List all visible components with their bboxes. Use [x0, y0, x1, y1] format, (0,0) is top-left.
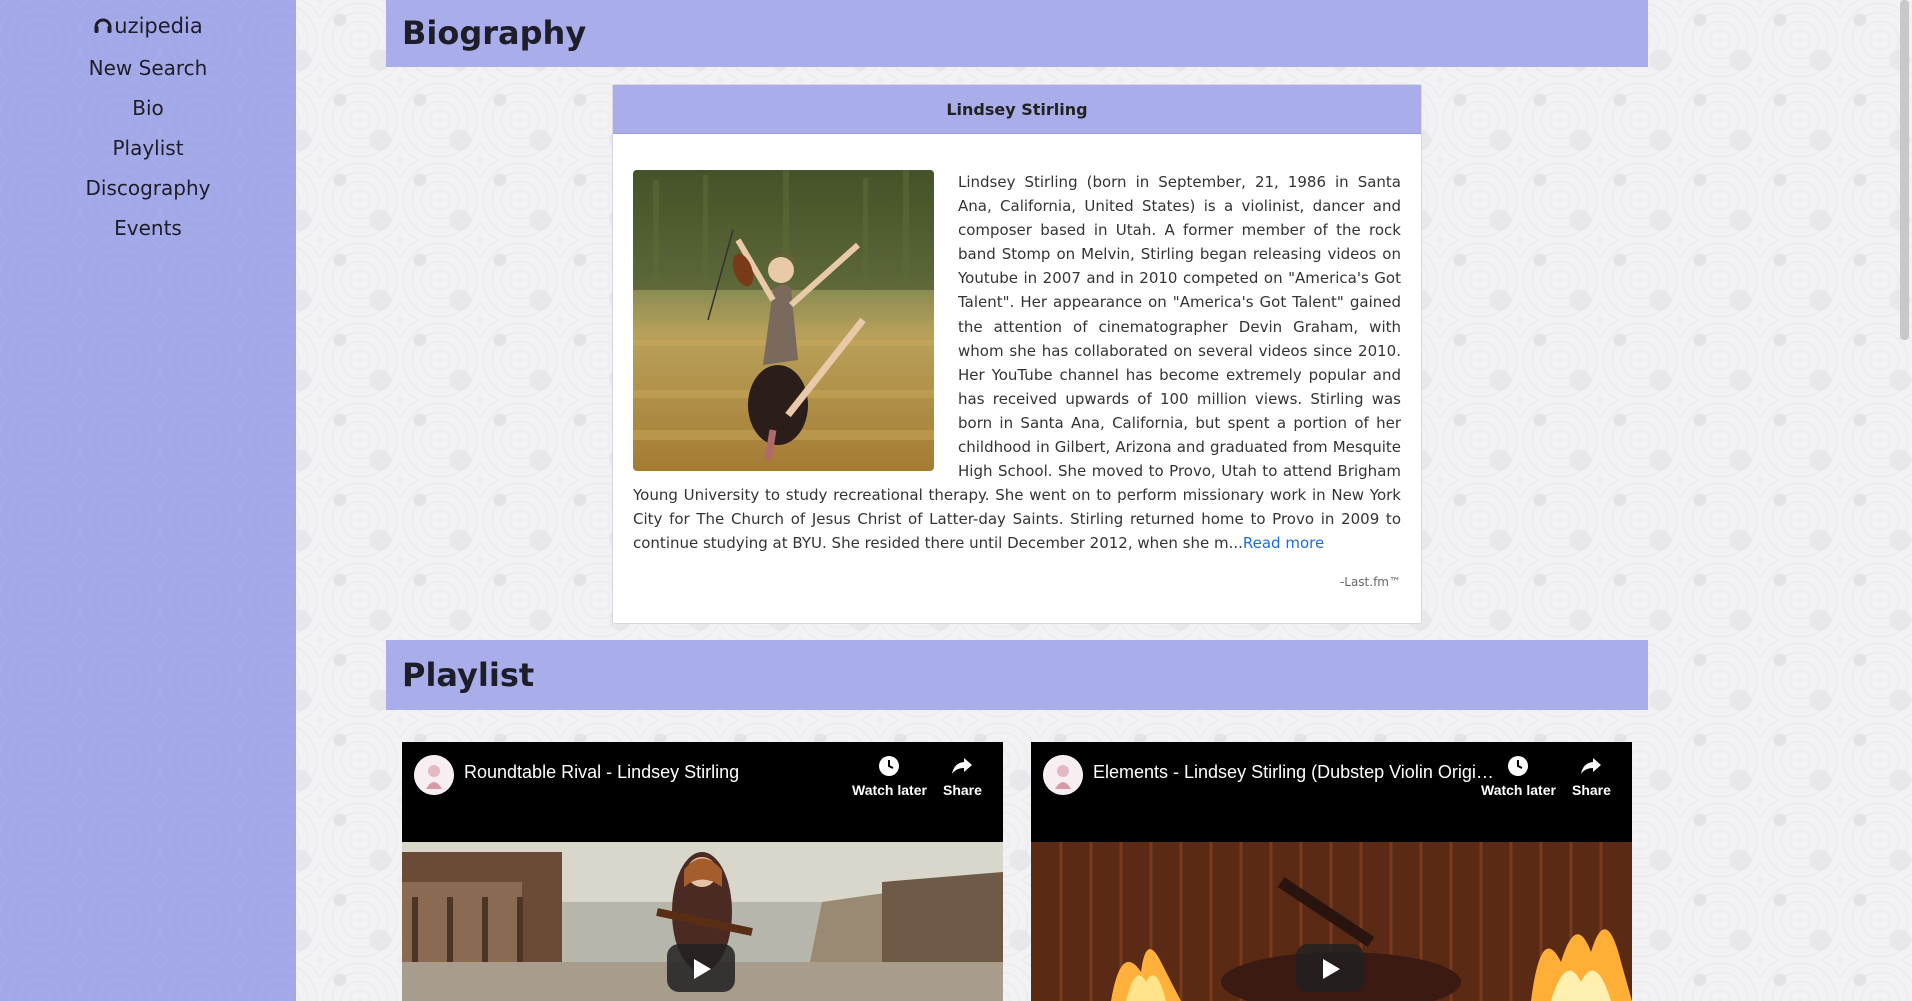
watch-later-button-1[interactable]: Watch later: [852, 754, 927, 798]
read-more-link[interactable]: Read more: [1243, 534, 1324, 552]
sidebar-nav: New Search Bio Playlist Discography Even…: [0, 52, 296, 252]
nav-bio[interactable]: Bio: [0, 92, 296, 132]
scrollbar-thumb[interactable]: [1900, 0, 1909, 340]
biography-heading: Biography: [386, 0, 1648, 67]
video-title-1[interactable]: Roundtable Rival - Lindsey Stirling: [464, 762, 869, 783]
artist-name: Lindsey Stirling: [613, 85, 1421, 134]
playlist-heading: Playlist: [386, 640, 1648, 710]
bio-body: Lindsey Stirling (born in September, 21,…: [613, 134, 1421, 556]
watch-later-button-2[interactable]: Watch later: [1481, 754, 1556, 798]
video-header-1: Roundtable Rival - Lindsey Stirling Watc…: [402, 742, 1003, 842]
share-button-2[interactable]: Share: [1572, 754, 1611, 798]
share-label-1: Share: [943, 782, 982, 798]
share-button-1[interactable]: Share: [943, 754, 982, 798]
bio-card: Lindsey Stirling Lindsey Stirling (born …: [612, 84, 1422, 624]
nav-events[interactable]: Events: [0, 212, 296, 252]
watch-later-label-1: Watch later: [852, 782, 927, 798]
clock-icon: [1508, 756, 1529, 776]
play-button-1[interactable]: [667, 944, 735, 992]
brand-name: uzipedia: [114, 14, 203, 38]
source-credit: -Last.fm™: [1339, 575, 1401, 589]
video-header-2: Elements - Lindsey Stirling (Dubstep Vio…: [1031, 742, 1632, 842]
share-icon: [952, 758, 973, 774]
video-player-2[interactable]: Elements - Lindsey Stirling (Dubstep Vio…: [1031, 742, 1632, 1001]
channel-avatar-2[interactable]: [1043, 755, 1083, 795]
share-label-2: Share: [1572, 782, 1611, 798]
channel-avatar-1[interactable]: [414, 755, 454, 795]
page-scrollbar[interactable]: [1895, 0, 1912, 1001]
share-icon: [1581, 758, 1602, 774]
watch-later-label-2: Watch later: [1481, 782, 1556, 798]
video-title-2[interactable]: Elements - Lindsey Stirling (Dubstep Vio…: [1093, 762, 1498, 783]
headphones-icon: [93, 15, 113, 40]
artist-photo: [633, 170, 934, 471]
video-player-1[interactable]: Roundtable Rival - Lindsey Stirling Watc…: [402, 742, 1003, 1001]
nav-playlist[interactable]: Playlist: [0, 132, 296, 172]
nav-new-search[interactable]: New Search: [0, 52, 296, 92]
clock-icon: [879, 756, 900, 776]
sidebar: uzipedia New Search Bio Playlist Discogr…: [0, 0, 296, 1001]
brand-logo[interactable]: uzipedia: [0, 14, 296, 40]
play-button-2[interactable]: [1296, 944, 1364, 992]
nav-discography[interactable]: Discography: [0, 172, 296, 212]
